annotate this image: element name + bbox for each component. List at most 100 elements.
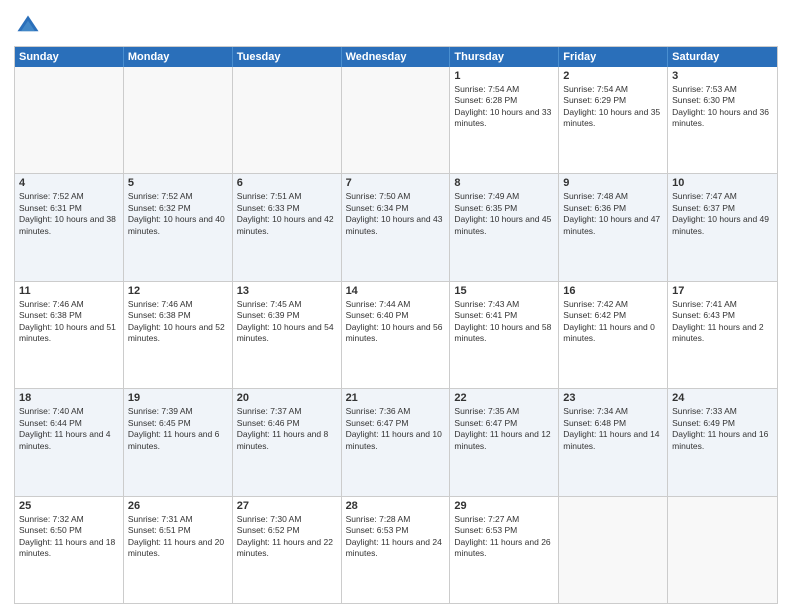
day-number: 20 — [237, 392, 337, 404]
header-cell-wednesday: Wednesday — [342, 47, 451, 67]
calendar-cell: 28Sunrise: 7:28 AMSunset: 6:53 PMDayligh… — [342, 497, 451, 603]
calendar-row-1: 4Sunrise: 7:52 AMSunset: 6:31 PMDaylight… — [15, 173, 777, 280]
header-cell-monday: Monday — [124, 47, 233, 67]
daylight-text: Daylight: 11 hours and 14 minutes. — [563, 429, 663, 452]
sunrise-text: Sunrise: 7:36 AM — [346, 406, 446, 417]
daylight-text: Daylight: 11 hours and 16 minutes. — [672, 429, 773, 452]
day-info: Sunrise: 7:31 AMSunset: 6:51 PMDaylight:… — [128, 514, 228, 560]
sunrise-text: Sunrise: 7:47 AM — [672, 191, 773, 202]
day-info: Sunrise: 7:49 AMSunset: 6:35 PMDaylight:… — [454, 191, 554, 237]
calendar-cell — [342, 67, 451, 173]
sunset-text: Sunset: 6:33 PM — [237, 203, 337, 214]
day-number: 13 — [237, 285, 337, 297]
day-info: Sunrise: 7:44 AMSunset: 6:40 PMDaylight:… — [346, 299, 446, 345]
sunset-text: Sunset: 6:35 PM — [454, 203, 554, 214]
day-number: 6 — [237, 177, 337, 189]
calendar-cell: 24Sunrise: 7:33 AMSunset: 6:49 PMDayligh… — [668, 389, 777, 495]
sunrise-text: Sunrise: 7:45 AM — [237, 299, 337, 310]
sunrise-text: Sunrise: 7:46 AM — [128, 299, 228, 310]
sunrise-text: Sunrise: 7:40 AM — [19, 406, 119, 417]
day-info: Sunrise: 7:40 AMSunset: 6:44 PMDaylight:… — [19, 406, 119, 452]
calendar-cell: 9Sunrise: 7:48 AMSunset: 6:36 PMDaylight… — [559, 174, 668, 280]
daylight-text: Daylight: 10 hours and 42 minutes. — [237, 214, 337, 237]
sunset-text: Sunset: 6:28 PM — [454, 95, 554, 106]
day-number: 9 — [563, 177, 663, 189]
sunset-text: Sunset: 6:39 PM — [237, 310, 337, 321]
sunset-text: Sunset: 6:51 PM — [128, 525, 228, 536]
daylight-text: Daylight: 11 hours and 6 minutes. — [128, 429, 228, 452]
day-info: Sunrise: 7:51 AMSunset: 6:33 PMDaylight:… — [237, 191, 337, 237]
daylight-text: Daylight: 10 hours and 36 minutes. — [672, 107, 773, 130]
sunrise-text: Sunrise: 7:51 AM — [237, 191, 337, 202]
sunrise-text: Sunrise: 7:42 AM — [563, 299, 663, 310]
daylight-text: Daylight: 11 hours and 2 minutes. — [672, 322, 773, 345]
sunrise-text: Sunrise: 7:44 AM — [346, 299, 446, 310]
sunrise-text: Sunrise: 7:54 AM — [454, 84, 554, 95]
daylight-text: Daylight: 11 hours and 22 minutes. — [237, 537, 337, 560]
header — [14, 12, 778, 40]
daylight-text: Daylight: 10 hours and 52 minutes. — [128, 322, 228, 345]
day-number: 15 — [454, 285, 554, 297]
sunset-text: Sunset: 6:36 PM — [563, 203, 663, 214]
day-number: 5 — [128, 177, 228, 189]
sunset-text: Sunset: 6:46 PM — [237, 418, 337, 429]
sunrise-text: Sunrise: 7:39 AM — [128, 406, 228, 417]
sunset-text: Sunset: 6:47 PM — [346, 418, 446, 429]
daylight-text: Daylight: 11 hours and 20 minutes. — [128, 537, 228, 560]
sunset-text: Sunset: 6:52 PM — [237, 525, 337, 536]
day-info: Sunrise: 7:50 AMSunset: 6:34 PMDaylight:… — [346, 191, 446, 237]
daylight-text: Daylight: 10 hours and 35 minutes. — [563, 107, 663, 130]
daylight-text: Daylight: 11 hours and 18 minutes. — [19, 537, 119, 560]
day-number: 4 — [19, 177, 119, 189]
daylight-text: Daylight: 10 hours and 33 minutes. — [454, 107, 554, 130]
sunset-text: Sunset: 6:44 PM — [19, 418, 119, 429]
calendar-cell: 20Sunrise: 7:37 AMSunset: 6:46 PMDayligh… — [233, 389, 342, 495]
calendar-cell: 7Sunrise: 7:50 AMSunset: 6:34 PMDaylight… — [342, 174, 451, 280]
sunset-text: Sunset: 6:50 PM — [19, 525, 119, 536]
daylight-text: Daylight: 10 hours and 54 minutes. — [237, 322, 337, 345]
sunset-text: Sunset: 6:40 PM — [346, 310, 446, 321]
day-info: Sunrise: 7:42 AMSunset: 6:42 PMDaylight:… — [563, 299, 663, 345]
sunrise-text: Sunrise: 7:28 AM — [346, 514, 446, 525]
day-number: 18 — [19, 392, 119, 404]
sunrise-text: Sunrise: 7:53 AM — [672, 84, 773, 95]
calendar-cell: 19Sunrise: 7:39 AMSunset: 6:45 PMDayligh… — [124, 389, 233, 495]
day-info: Sunrise: 7:30 AMSunset: 6:52 PMDaylight:… — [237, 514, 337, 560]
calendar-cell: 14 Sunrise: 7:44 AMSunset: 6:40 PMDayligh… — [342, 282, 451, 388]
day-number: 24 — [672, 392, 773, 404]
day-number: 2 — [563, 70, 663, 82]
day-info: Sunrise: 7:27 AMSunset: 6:53 PMDaylight:… — [454, 514, 554, 560]
day-info: Sunrise: 7:39 AMSunset: 6:45 PMDaylight:… — [128, 406, 228, 452]
daylight-text: Daylight: 10 hours and 49 minutes. — [672, 214, 773, 237]
calendar-cell: 5Sunrise: 7:52 AMSunset: 6:32 PMDaylight… — [124, 174, 233, 280]
logo-icon — [14, 12, 42, 40]
day-info: Sunrise: 7:54 AMSunset: 6:28 PMDaylight:… — [454, 84, 554, 130]
daylight-text: Daylight: 10 hours and 38 minutes. — [19, 214, 119, 237]
calendar-cell: 23Sunrise: 7:34 AMSunset: 6:48 PMDayligh… — [559, 389, 668, 495]
sunrise-text: Sunrise: 7:33 AM — [672, 406, 773, 417]
day-info: Sunrise: 7:46 AMSunset: 6:38 PMDaylight:… — [128, 299, 228, 345]
sunset-text: Sunset: 6:37 PM — [672, 203, 773, 214]
calendar-cell: 12Sunrise: 7:46 AMSunset: 6:38 PMDayligh… — [124, 282, 233, 388]
sunrise-text: Sunrise: 7:52 AM — [19, 191, 119, 202]
sunrise-text: Sunrise: 7:52 AM — [128, 191, 228, 202]
header-cell-friday: Friday — [559, 47, 668, 67]
day-info: Sunrise: 7:45 AMSunset: 6:39 PMDaylight:… — [237, 299, 337, 345]
daylight-text: Daylight: 11 hours and 26 minutes. — [454, 537, 554, 560]
sunrise-text: Sunrise: 7:27 AM — [454, 514, 554, 525]
day-number: 27 — [237, 500, 337, 512]
day-info: Sunrise: 7:28 AMSunset: 6:53 PMDaylight:… — [346, 514, 446, 560]
header-cell-tuesday: Tuesday — [233, 47, 342, 67]
calendar-cell: 13 Sunrise: 7:45 AMSunset: 6:39 PMDayligh… — [233, 282, 342, 388]
daylight-text: Daylight: 11 hours and 4 minutes. — [19, 429, 119, 452]
sunset-text: Sunset: 6:38 PM — [19, 310, 119, 321]
day-number: 23 — [563, 392, 663, 404]
sunrise-text: Sunrise: 7:46 AM — [19, 299, 119, 310]
logo — [14, 12, 46, 40]
day-number: 11 — [19, 285, 119, 297]
sunrise-text: Sunrise: 7:54 AM — [563, 84, 663, 95]
sunrise-text: Sunrise: 7:30 AM — [237, 514, 337, 525]
day-number: 14 — [346, 285, 446, 297]
calendar-cell: 2Sunrise: 7:54 AMSunset: 6:29 PMDaylight… — [559, 67, 668, 173]
calendar: SundayMondayTuesdayWednesdayThursdayFrid… — [14, 46, 778, 604]
